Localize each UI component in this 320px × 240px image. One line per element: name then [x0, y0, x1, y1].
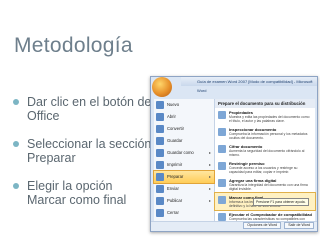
send-icon	[156, 185, 164, 193]
submenu-item-inspeccionar[interactable]: Inspeccionar documento Comprueba la infor…	[215, 125, 315, 142]
mark-final-icon	[218, 196, 226, 204]
menu-item-publicar[interactable]: Publicar ▸	[154, 195, 214, 207]
submenu-item-desc: Aumenta la seguridad del documento cifrá…	[229, 149, 305, 157]
submenu-item-restringir[interactable]: Restringir permiso Concede acceso a los u…	[215, 159, 315, 176]
publish-icon	[156, 197, 164, 205]
convert-icon	[156, 125, 164, 133]
submenu-item-propiedades[interactable]: Propiedades Muestra y edita las propiedad…	[215, 108, 315, 125]
submenu-arrow-icon: ▸	[208, 198, 211, 203]
bullet-dot-icon	[13, 183, 19, 189]
bullet-text: Seleccionar la sección Preparar	[27, 137, 152, 165]
submenu-item-desc: Concede acceso a los usuarios y restring…	[229, 166, 298, 174]
menu-item-convertir[interactable]: Convertir	[154, 123, 214, 135]
menu-item-label: Publicar	[167, 198, 183, 203]
office-menu-commands: Nuevo Abrir Convertir Guardar Guardar co…	[153, 99, 215, 223]
help-tooltip: Presione F1 para obtener ayuda.	[253, 198, 309, 206]
restrict-icon	[218, 162, 226, 170]
menu-footer: Opciones de Word Salir de Word	[151, 221, 317, 231]
bullet-item: Elegir la opción Marcar como final	[10, 179, 152, 207]
menu-item-label: Imprimir	[167, 162, 183, 167]
menu-item-nuevo[interactable]: Nuevo	[154, 99, 214, 111]
menu-item-label: Preparar	[167, 174, 184, 179]
bullet-item: Seleccionar la sección Preparar	[10, 137, 152, 165]
office-button-icon[interactable]	[152, 77, 172, 97]
exit-word-button[interactable]: Salir de Word	[284, 222, 314, 229]
prepare-submenu: Prepare el documento para su distribució…	[214, 99, 316, 225]
submenu-item-desc: Comprueba la información personal y los …	[229, 132, 308, 140]
bullet-text: Elegir la opción Marcar como final	[27, 179, 127, 207]
window-title: Guía de examen Word 2007 [Modo de compat…	[181, 77, 317, 93]
menu-item-label: Enviar	[167, 186, 179, 191]
menu-item-label: Convertir	[167, 126, 184, 131]
slide-title: Metodología	[14, 34, 133, 57]
word-office-menu-screenshot: Guía de examen Word 2007 [Modo de compat…	[150, 76, 318, 232]
menu-item-enviar[interactable]: Enviar ▸	[154, 183, 214, 195]
menu-item-label: Cerrar	[167, 210, 179, 215]
submenu-item-firma-digital[interactable]: Agregar una firma digital Garantiza la in…	[215, 176, 315, 193]
inspect-icon	[218, 128, 226, 136]
submenu-item-desc: Garantiza la integridad del documento co…	[229, 183, 308, 191]
word-options-button[interactable]: Opciones de Word	[243, 222, 281, 229]
menu-item-guardar-como[interactable]: Guardar como ▸	[154, 147, 214, 159]
submenu-arrow-icon: ▸	[208, 174, 211, 179]
new-document-icon	[156, 101, 164, 109]
bullet-list: Dar clic en el botón de Office Seleccion…	[10, 95, 152, 221]
menu-item-guardar[interactable]: Guardar	[154, 135, 214, 147]
menu-item-label: Guardar como	[167, 150, 194, 155]
compatibility-icon	[218, 213, 226, 221]
menu-item-label: Abrir	[167, 114, 176, 119]
submenu-arrow-icon: ▸	[208, 162, 211, 167]
prepare-icon	[156, 173, 164, 181]
submenu-item-desc: Muestra y edita las propiedades del docu…	[229, 115, 310, 123]
submenu-header: Prepare el documento para su distribució…	[215, 99, 315, 108]
bullet-item: Dar clic en el botón de Office	[10, 95, 152, 123]
properties-icon	[218, 111, 226, 119]
submenu-item-cifrar[interactable]: Cifrar documento Aumenta la seguridad del…	[215, 142, 315, 159]
menu-item-imprimir[interactable]: Imprimir ▸	[154, 159, 214, 171]
bullet-dot-icon	[13, 141, 19, 147]
close-document-icon	[156, 209, 164, 217]
menu-item-abrir[interactable]: Abrir	[154, 111, 214, 123]
save-icon	[156, 137, 164, 145]
bullet-text: Dar clic en el botón de Office	[27, 95, 152, 123]
menu-item-label: Guardar	[167, 138, 183, 143]
encrypt-icon	[218, 145, 226, 153]
menu-item-label: Nuevo	[167, 102, 180, 107]
bullet-dot-icon	[13, 99, 19, 105]
signature-icon	[218, 179, 226, 187]
open-folder-icon	[156, 113, 164, 121]
save-as-icon	[156, 149, 164, 157]
menu-item-preparar[interactable]: Preparar ▸	[153, 170, 215, 184]
menu-item-cerrar[interactable]: Cerrar	[154, 207, 214, 219]
submenu-arrow-icon: ▸	[208, 186, 211, 191]
submenu-arrow-icon: ▸	[208, 150, 211, 155]
print-icon	[156, 161, 164, 169]
